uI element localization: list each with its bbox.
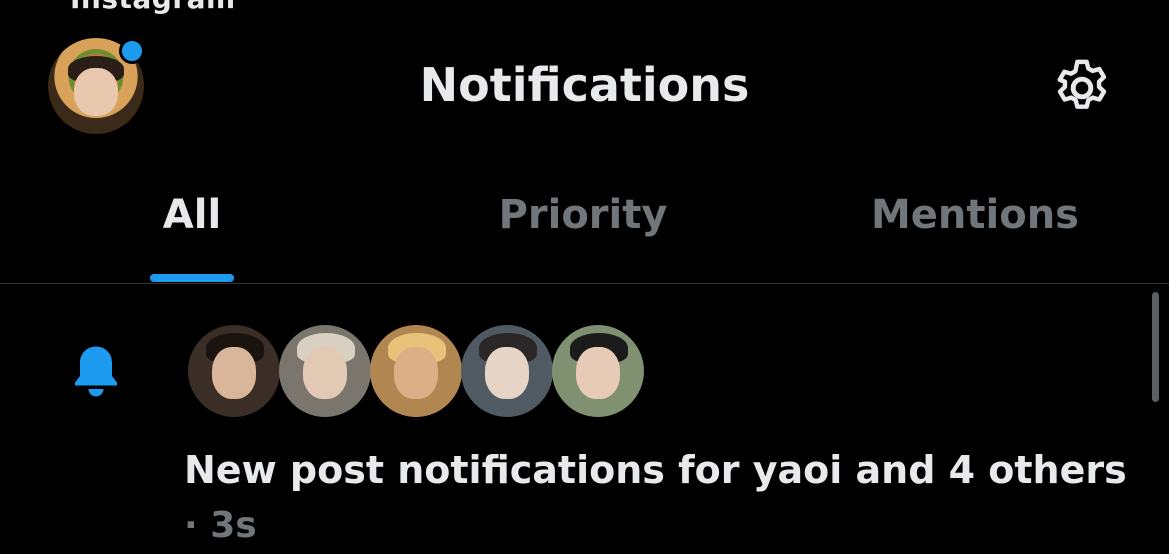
avatar-face	[394, 347, 438, 399]
tab-all[interactable]: All	[132, 192, 252, 238]
avatar[interactable]	[188, 325, 280, 417]
notification-text[interactable]: New post notifications for yaoi and 4 ot…	[184, 448, 1154, 492]
notification-timestamp: · 3s	[184, 505, 257, 546]
avatar-face	[212, 347, 256, 399]
tabs-divider	[0, 283, 1169, 284]
avatar[interactable]	[370, 325, 462, 417]
tab-priority[interactable]: Priority	[483, 192, 683, 238]
notification-type-icon	[66, 340, 126, 402]
avatar[interactable]	[461, 325, 553, 417]
settings-button[interactable]	[1049, 55, 1115, 121]
avatar-face	[303, 347, 347, 399]
status-bar-back-label[interactable]: Instagram	[70, 0, 236, 15]
avatar[interactable]	[279, 325, 371, 417]
tab-mentions[interactable]: Mentions	[860, 192, 1090, 238]
active-tab-indicator	[150, 274, 234, 282]
avatar-face	[485, 347, 529, 399]
gear-icon	[1057, 59, 1107, 109]
avatar[interactable]	[552, 325, 644, 417]
bell-icon	[75, 346, 117, 397]
page-title: Notifications	[419, 58, 750, 112]
avatar-face	[576, 347, 620, 399]
scrollbar[interactable]	[1152, 292, 1159, 402]
notification-avatars[interactable]	[188, 325, 648, 417]
